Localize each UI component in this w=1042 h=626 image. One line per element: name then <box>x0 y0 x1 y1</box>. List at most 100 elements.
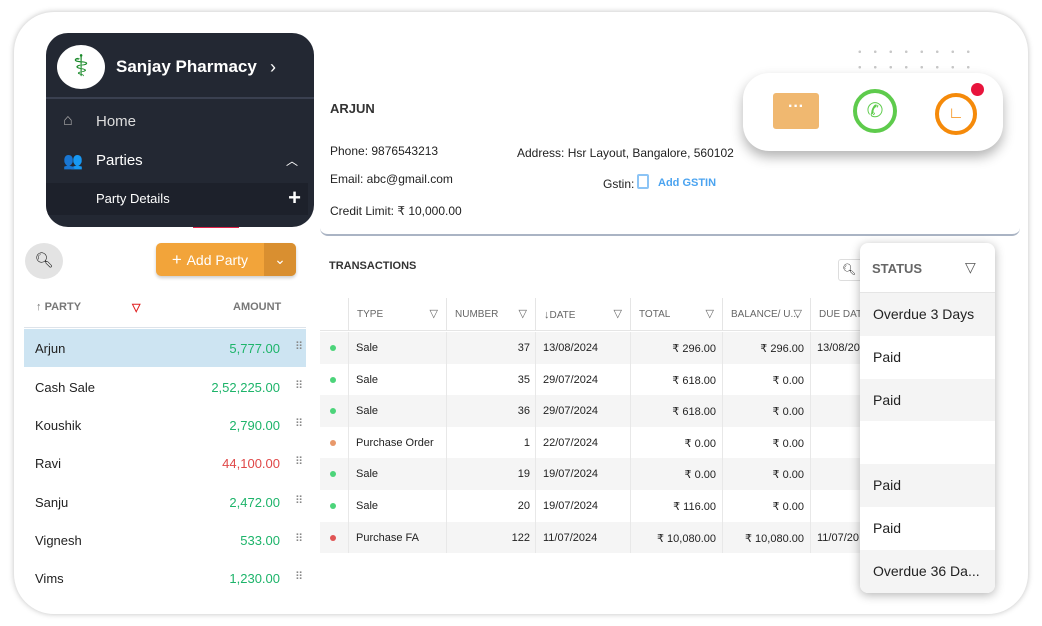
party-name: Arjun <box>35 341 66 356</box>
divider <box>630 458 631 490</box>
divider <box>535 426 536 459</box>
column-header[interactable]: NUMBER ▽ <box>446 298 535 331</box>
plus-icon[interactable]: + <box>288 185 301 211</box>
drag-handle-icon[interactable]: ⠿ <box>295 455 303 468</box>
cell-balance: ₹ 10,080.00 <box>745 532 804 545</box>
sidebar-item-parties[interactable]: 👥 Parties ︿ <box>46 142 314 180</box>
cell-balance: ₹ 0.00 <box>772 374 804 387</box>
sidebar-item-party-details[interactable]: Party Details + <box>46 183 308 215</box>
filter-icon[interactable]: ▽ <box>794 307 802 320</box>
drag-handle-icon[interactable]: ⠿ <box>295 570 303 583</box>
column-header[interactable]: TYPE ▽ <box>348 298 446 331</box>
column-header-label: DUE DATE <box>819 309 860 320</box>
status-cell: Paid <box>860 335 995 379</box>
divider <box>348 490 349 522</box>
divider <box>810 332 811 364</box>
party-row[interactable]: Vims 1,230.00 ⠿ <box>24 559 306 597</box>
add-party-main[interactable]: + Add Party <box>156 243 264 276</box>
filter-icon[interactable]: ▽ <box>132 301 140 314</box>
cell-total: ₹ 618.00 <box>672 374 716 387</box>
party-name: Vignesh <box>35 533 82 548</box>
status-cell: Overdue 3 Days <box>860 293 995 336</box>
cell-date: 19/07/2024 <box>543 468 599 481</box>
transaction-row[interactable]: Purchase FA 122 11/07/2024 ₹ 10,080.00 ₹ 10,… <box>320 521 860 554</box>
party-name: Cash Sale <box>35 380 95 395</box>
divider <box>446 490 447 522</box>
divider <box>810 363 811 396</box>
party-row[interactable]: Cash Sale 2,52,225.00 ⠿ <box>24 368 306 406</box>
divider <box>24 327 306 328</box>
sidebar-item-home[interactable]: ⌂ Home <box>46 103 314 141</box>
party-row[interactable]: Sanju 2,472.00 ⠿ <box>24 483 306 521</box>
cell-date: 22/07/2024 <box>543 436 599 449</box>
transaction-row[interactable]: Sale 35 29/07/2024 ₹ 618.00 ₹ 0.00 <box>320 363 860 396</box>
divider <box>810 395 811 427</box>
column-header[interactable]: BALANCE/ U... ▽ <box>722 298 810 331</box>
party-row[interactable]: Arjun 5,777.00 ⠿ <box>24 329 306 367</box>
cell-total: ₹ 116.00 <box>673 501 716 513</box>
users-icon: 👥 <box>63 153 83 170</box>
divider <box>722 332 723 364</box>
status-dot <box>330 439 336 446</box>
cell-type: Purchase Order <box>356 436 434 449</box>
column-header[interactable]: ↓DATE ▽ <box>535 298 630 331</box>
divider <box>722 490 723 522</box>
alarm-clock-icon[interactable]: ∟ <box>935 93 977 135</box>
divider <box>630 395 631 427</box>
drag-handle-icon[interactable]: ⠿ <box>295 417 303 430</box>
document-icon <box>637 174 649 189</box>
party-row[interactable]: Koushik 2,790.00 ⠿ <box>24 406 306 444</box>
whatsapp-icon[interactable]: ✆ <box>853 89 897 133</box>
divider <box>722 521 723 554</box>
transaction-row[interactable]: Sale 19 19/07/2024 ₹ 0.00 ₹ 0.00 <box>320 458 860 490</box>
status-header[interactable]: STATUS <box>872 261 922 276</box>
party-row[interactable]: Vignesh 533.00 ⠿ <box>24 521 306 559</box>
divider <box>535 490 536 522</box>
chevron-right-icon[interactable]: › <box>270 57 276 78</box>
divider <box>535 521 536 554</box>
status-dot <box>330 503 336 509</box>
drag-handle-icon[interactable]: ⠿ <box>295 340 303 353</box>
party-amount: 2,472.00 <box>229 495 280 510</box>
divider <box>630 363 631 396</box>
filter-icon[interactable]: ▽ <box>430 307 438 320</box>
filter-icon[interactable]: ▽ <box>706 307 714 320</box>
drag-handle-icon[interactable]: ⠿ <box>295 494 303 507</box>
amount-column-header[interactable]: AMOUNT <box>233 301 281 313</box>
transaction-row[interactable]: Sale 37 13/08/2024 ₹ 296.00 ₹ 296.00 13/08/20 <box>320 332 860 364</box>
status-dot <box>330 408 336 415</box>
transaction-row[interactable]: Sale 36 29/07/2024 ₹ 618.00 ₹ 0.00 <box>320 395 860 427</box>
chat-icon[interactable]: ··· <box>773 93 819 129</box>
transaction-row[interactable]: Purchase Order 1 22/07/2024 ₹ 0.00 ₹ 0.00 <box>320 426 860 459</box>
divider <box>348 458 349 490</box>
filter-icon[interactable]: ▽ <box>965 259 976 276</box>
column-header[interactable]: DUE DATE <box>810 298 860 331</box>
divider <box>810 426 811 459</box>
status-column: STATUS ▽ Overdue 3 Days Paid Paid Paid Paid O… <box>860 243 995 593</box>
add-gstin-link[interactable]: Add GSTIN <box>658 177 716 189</box>
search-button[interactable]: 🔍︎ <box>25 243 63 279</box>
drag-handle-icon[interactable]: ⠿ <box>295 379 303 392</box>
status-cell: Overdue 36 Da... <box>860 549 995 593</box>
divider <box>535 458 536 490</box>
cell-number: 1 <box>523 436 530 449</box>
party-row[interactable]: Ravi 44,100.00 ⠿ <box>24 444 306 482</box>
column-header[interactable]: TOTAL ▽ <box>630 298 722 331</box>
divider <box>446 332 447 364</box>
divider <box>446 426 447 459</box>
transaction-row[interactable]: Sale 20 19/07/2024 ₹ 116.00 ₹ 0.00 <box>320 490 860 522</box>
chevron-up-icon[interactable]: ︿ <box>286 152 298 169</box>
cell-balance: ₹ 0.00 <box>772 437 804 450</box>
business-name[interactable]: Sanjay Pharmacy <box>116 57 257 77</box>
divider <box>630 521 631 554</box>
party-email: Email: abc@gmail.com <box>330 172 453 186</box>
divider <box>535 395 536 427</box>
party-credit-limit: Credit Limit: ₹ 10,000.00 <box>330 204 462 218</box>
chevron-down-icon[interactable]: ⌄ <box>264 243 296 276</box>
drag-handle-icon[interactable]: ⠿ <box>295 532 303 545</box>
filter-icon[interactable]: ▽ <box>614 307 622 320</box>
search-icon: 🔍︎ <box>34 252 54 269</box>
filter-icon[interactable]: ▽ <box>519 307 527 320</box>
add-party-button[interactable]: + Add Party ⌄ <box>156 243 296 276</box>
party-column-header[interactable]: ↑ PARTY <box>36 301 81 313</box>
